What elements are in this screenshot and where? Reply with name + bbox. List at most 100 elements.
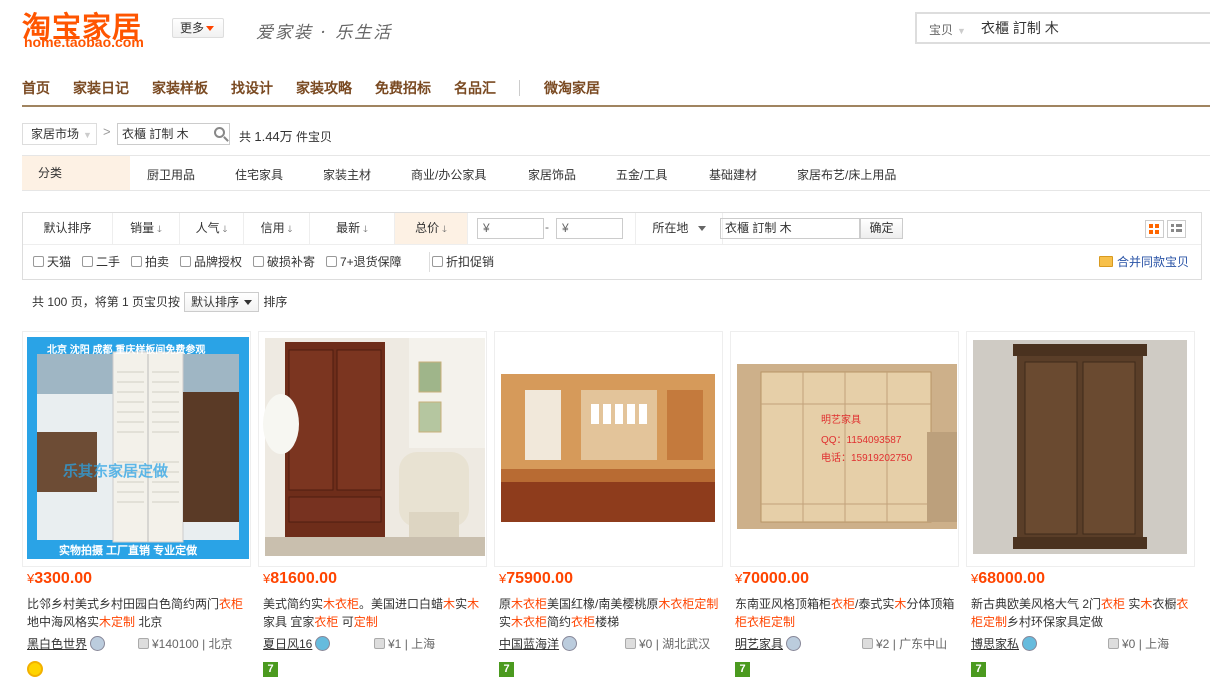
logo-url[interactable]: home.taobao.com (24, 34, 144, 50)
product-card[interactable] (966, 331, 1195, 567)
product-title[interactable]: 东南亚风格顶箱柜衣柜/泰式实木分体顶箱柜衣柜定制 (735, 595, 957, 631)
search-icon[interactable] (214, 127, 225, 138)
wangwang-icon[interactable] (786, 636, 802, 651)
product-card[interactable]: 北京 沈阳 成都 重庆样板间免费参观 乐其东家居定做 实物拍摄 工厂直销 专业定… (22, 331, 251, 567)
checkbox[interactable] (180, 256, 191, 267)
filter-tmall[interactable]: 天猫 (33, 252, 71, 272)
product-title-text: 美国红橡/南美樱桃原 (547, 597, 659, 611)
checkbox[interactable] (131, 256, 142, 267)
product-meta: ¥140100 | 北京 (138, 635, 233, 653)
nav-bidding[interactable]: 免费招标 (375, 76, 431, 100)
nav-guide[interactable]: 家装攻略 (296, 76, 352, 100)
confirm-button[interactable]: 确定 (860, 218, 903, 239)
merge-same-items[interactable]: 合并同款宝贝 (1098, 253, 1189, 270)
sort-credit[interactable]: 信用 🡓 (244, 213, 310, 244)
product-title-text: 新古典欧美风格大气 2门 (971, 597, 1102, 611)
breadcrumb-query-box[interactable]: 衣櫃 訂制 木 (117, 123, 230, 145)
product-image[interactable] (495, 332, 722, 566)
product-location: 上海 (411, 637, 436, 651)
seller-name: 明艺家具 (735, 637, 784, 651)
product-title-keyword: 定制 (353, 615, 378, 629)
category-item[interactable]: 家居布艺/床上用品 (797, 166, 896, 183)
product-card[interactable]: 明艺家具 QQ：1154093587 电话：15919202750 (730, 331, 959, 567)
product-sales: ¥140100 (152, 637, 199, 651)
category-item[interactable]: 厨卫用品 (147, 166, 195, 183)
sort-popularity[interactable]: 人气 🡓 (180, 213, 244, 244)
product-title-text: 实 (455, 597, 468, 611)
grid-view-icon[interactable] (1145, 220, 1164, 238)
breadcrumb-market[interactable]: 家居市场 ▼ (22, 123, 97, 145)
seller-link[interactable]: 黑白色世界 (27, 635, 106, 653)
category-item[interactable]: 商业/办公家具 (411, 166, 486, 183)
product-image[interactable] (259, 332, 486, 566)
category-item[interactable]: 家装主材 (323, 166, 371, 183)
product-title-keyword: 木衣柜 (323, 597, 360, 611)
wangwang-icon[interactable] (315, 636, 331, 651)
product-title[interactable]: 美式简约实木衣柜。美国进口白蜡木实木家具 宜家衣柜 可定制 (263, 595, 485, 631)
filter-damage-label: 破损补寄 (267, 255, 316, 269)
product-title-text: 分体顶箱 (906, 597, 955, 611)
checkbox[interactable] (33, 256, 44, 267)
product-title-text: 实 (499, 615, 512, 629)
filter-brand[interactable]: 品牌授权 (180, 252, 242, 272)
search-category-select[interactable]: 宝贝 ▼ (929, 21, 966, 38)
list-view-icon[interactable] (1167, 220, 1186, 238)
product-card[interactable] (258, 331, 487, 567)
sort-default[interactable]: 默认排序 (23, 213, 113, 244)
checkbox[interactable] (432, 256, 443, 267)
review-icon (1108, 638, 1119, 649)
nav-samples[interactable]: 家装样板 (152, 76, 208, 100)
more-dropdown[interactable]: 更多 (172, 18, 224, 38)
paging-sort-select[interactable]: 默认排序 (184, 292, 260, 312)
sort-sales[interactable]: 销量 🡓 (113, 213, 180, 244)
seller-link[interactable]: 博思家私 (971, 635, 1038, 653)
seven-day-return-badge: 7 (263, 662, 278, 677)
price-max-input[interactable]: ¥ (556, 218, 623, 239)
product-sales: ¥0 (639, 637, 653, 651)
filter-7day-return[interactable]: 7+退货保障 (326, 252, 402, 272)
product-title-keyword: 衣柜 (571, 615, 596, 629)
seller-link[interactable]: 夏日风16 (263, 635, 331, 653)
arrow-down-icon: 🡓 (442, 224, 447, 234)
category-item[interactable]: 家居饰品 (528, 166, 576, 183)
product-image[interactable] (23, 332, 250, 566)
product-title-text: 楼梯 (595, 615, 620, 629)
wangwang-icon[interactable] (562, 636, 578, 651)
seller-link[interactable]: 明艺家具 (735, 635, 802, 653)
price-min-input[interactable]: ¥ (477, 218, 544, 239)
category-item[interactable]: 基础建材 (709, 166, 757, 183)
sort-credit-label: 信用 (260, 221, 285, 235)
checkbox[interactable] (326, 256, 337, 267)
filter-7day-return-label: 7+退货保障 (340, 255, 402, 269)
filter-auction[interactable]: 拍卖 (131, 252, 169, 272)
sort-default-label: 默认排序 (43, 221, 92, 235)
nav-diary[interactable]: 家装日记 (73, 76, 129, 100)
checkbox[interactable] (253, 256, 264, 267)
sort-newest[interactable]: 最新 🡓 (310, 213, 395, 244)
filter-damage[interactable]: 破损补寄 (253, 252, 315, 272)
sort-total-price[interactable]: 总价 🡓 (395, 213, 468, 244)
nav-brands[interactable]: 名品汇 (454, 76, 496, 100)
product-title[interactable]: 新古典欧美风格大气 2门衣柜 实木衣橱衣柜定制乡村环保家具定做 (971, 595, 1193, 631)
product-title[interactable]: 原木衣柜美国红橡/南美樱桃原木衣柜定制实木衣柜简约衣柜楼梯 (499, 595, 721, 631)
product-card[interactable] (494, 331, 723, 567)
filter-secondhand[interactable]: 二手 (82, 252, 120, 272)
checkbox[interactable] (82, 256, 93, 267)
product-title-text: 原 (499, 597, 512, 611)
sort-sales-label: 销量 (130, 221, 155, 235)
product-image[interactable] (967, 332, 1194, 566)
search-input[interactable] (981, 17, 1201, 39)
category-item[interactable]: 五金/工具 (616, 166, 667, 183)
merge-label: 合并同款宝贝 (1116, 255, 1189, 269)
category-item[interactable]: 住宅家具 (235, 166, 283, 183)
keyword-filter-input[interactable]: 衣櫃 訂制 木 (720, 218, 860, 239)
nav-home[interactable]: 首页 (22, 76, 50, 100)
seller-link[interactable]: 中国蓝海洋 (499, 635, 578, 653)
product-title[interactable]: 比邻乡村美式乡村田园白色简约两门衣柜地中海风格实木定制 北京 (27, 595, 249, 631)
nav-design[interactable]: 找设计 (231, 76, 273, 100)
wangwang-icon[interactable] (90, 636, 106, 651)
filter-discount[interactable]: 折扣促销 (429, 252, 494, 272)
location-select[interactable]: 所在地 (635, 213, 723, 244)
wangwang-icon[interactable] (1022, 636, 1038, 651)
nav-weitao[interactable]: 微淘家居 (544, 76, 600, 100)
